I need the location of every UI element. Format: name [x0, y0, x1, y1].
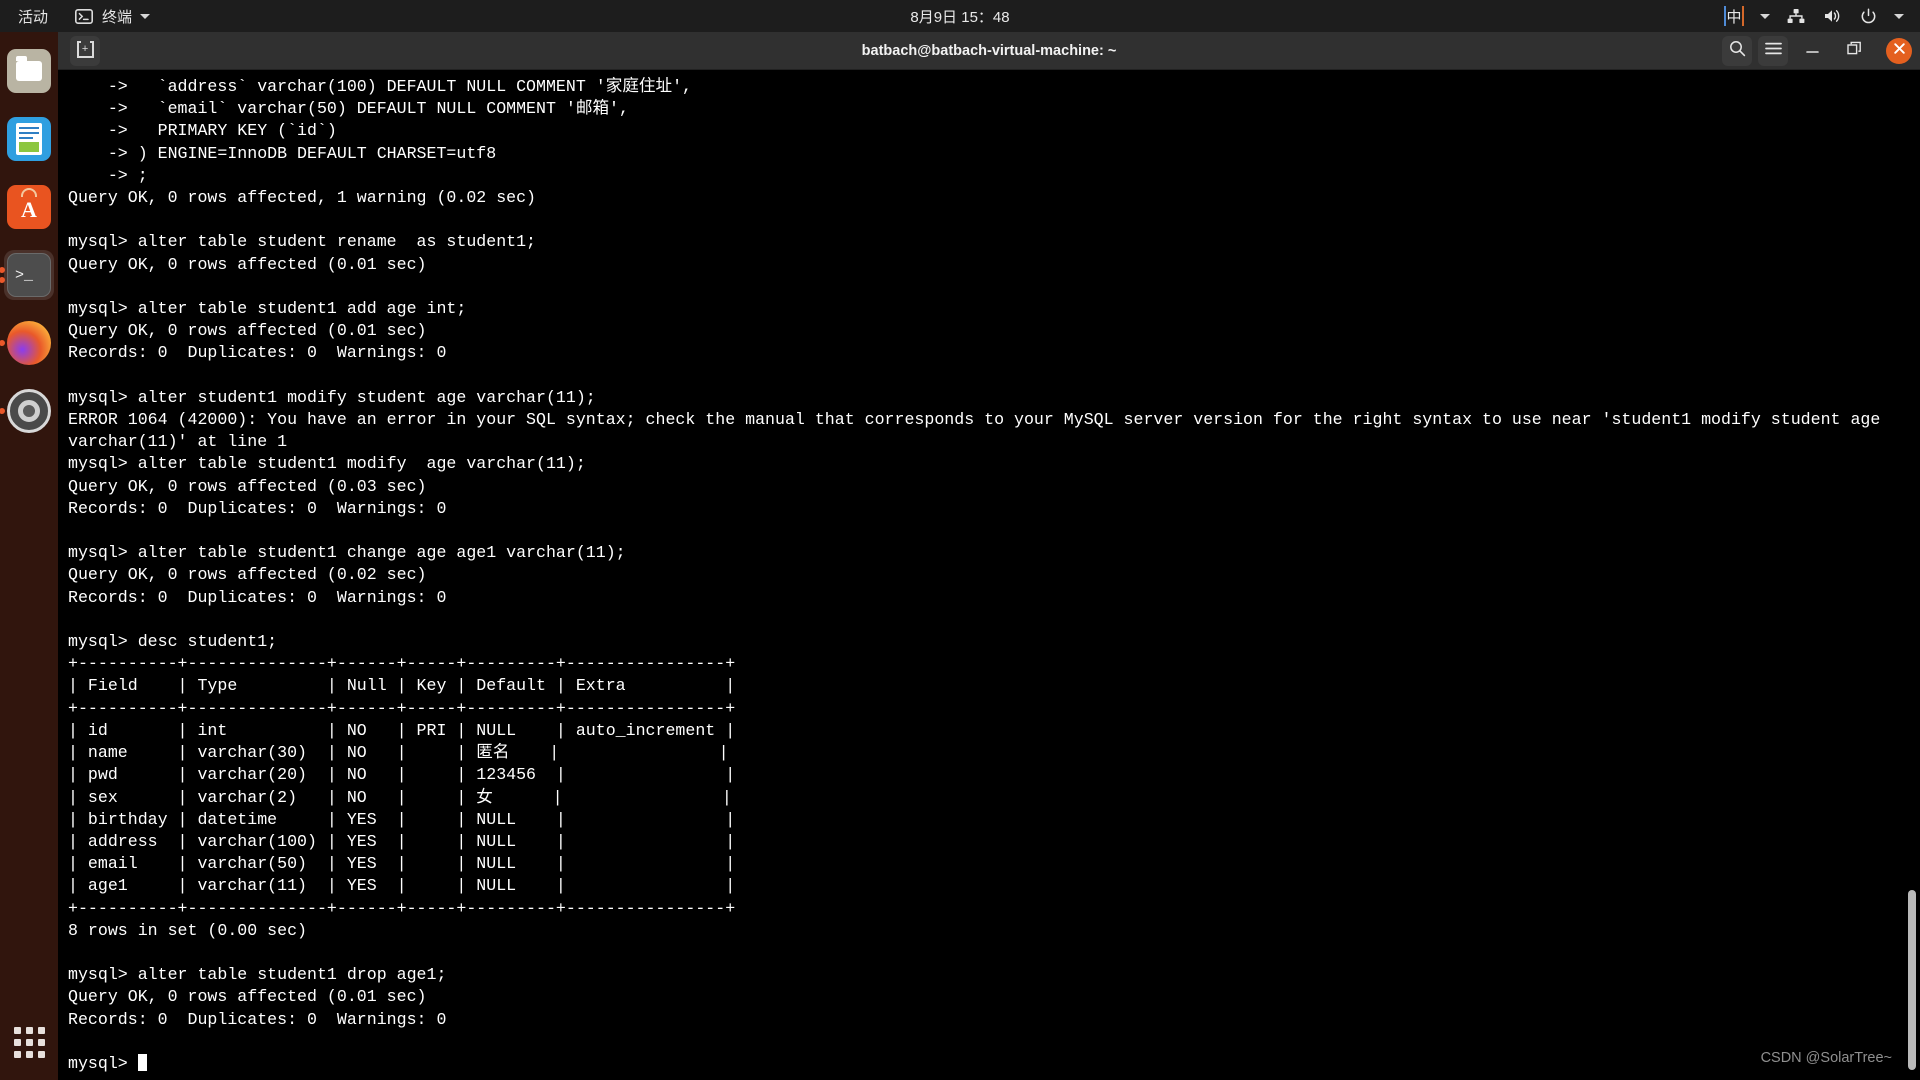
terminal-line: Query OK, 0 rows affected (0.01 sec): [68, 321, 427, 341]
terminal-line: 8 rows in set (0.00 sec): [68, 920, 307, 940]
terminal-line: mysql> alter table student rename as stu…: [68, 232, 537, 252]
terminal-line: mysql> desc student1;: [68, 632, 278, 652]
window-controls: [1722, 35, 1912, 66]
terminal-line: | Field | Type | Null | Key | Default | …: [68, 676, 736, 696]
terminal-line: Records: 0 Duplicates: 0 Warnings: 0: [68, 498, 447, 518]
network-icon[interactable]: [1786, 6, 1806, 26]
desktop: 活动 终端 8月9日 15：48 中 A >_ + batbach@batbac…: [0, 0, 1920, 1080]
watermark: CSDN @SolarTree~: [1760, 1050, 1892, 1066]
firefox-icon: [7, 321, 51, 365]
terminal-line: mysql>: [68, 1053, 1920, 1075]
terminal-titlebar: + batbach@batbach-virtual-machine: ~: [58, 32, 1920, 70]
terminal-line: | birthday | datetime | YES | | NULL | |: [68, 809, 736, 829]
maximize-icon: [1846, 41, 1862, 60]
app-grid-icon: [13, 1027, 45, 1058]
clock-area: 8月9日 15：48: [0, 6, 1920, 27]
terminal-line: Query OK, 0 rows affected (0.01 sec): [68, 254, 427, 274]
terminal-line: | pwd | varchar(20) | NO | | 123456 | |: [68, 765, 736, 785]
clock-button[interactable]: 8月9日 15：48: [910, 9, 1009, 26]
dock-item-files[interactable]: [4, 46, 54, 96]
terminal-line: mysql> alter table student1 modify age v…: [68, 454, 586, 474]
terminal-line: | address | varchar(100) | YES | | NULL …: [68, 831, 736, 851]
ubuntu-software-icon: A: [7, 185, 51, 229]
search-button[interactable]: [1722, 35, 1752, 66]
terminal-line: | email | varchar(50) | YES | | NULL | |: [68, 854, 736, 874]
terminal-line: ERROR 1064 (42000): You have an error in…: [68, 410, 1881, 430]
terminal-line: Query OK, 0 rows affected, 1 warning (0.…: [68, 188, 537, 208]
app-menu-button[interactable]: 终端: [74, 6, 151, 27]
libreoffice-writer-icon: [7, 117, 51, 161]
power-icon[interactable]: [1858, 6, 1878, 26]
terminal-line: | name | varchar(30) | NO | | 匿名 | |: [68, 743, 729, 763]
terminal-app-icon: >_: [7, 253, 51, 297]
new-tab-icon: +: [76, 41, 94, 58]
app-menu-label: 终端: [102, 8, 133, 26]
terminal-line: -> ;: [68, 165, 148, 185]
show-applications-button[interactable]: [0, 1027, 58, 1058]
terminal-line: Query OK, 0 rows affected (0.01 sec): [68, 987, 427, 1007]
terminal-line: Records: 0 Duplicates: 0 Warnings: 0: [68, 1009, 447, 1029]
terminal-line: -> `address` varchar(100) DEFAULT NULL C…: [68, 77, 693, 96]
system-menu-chevron-down-icon[interactable]: [1894, 13, 1904, 19]
system-status-area: 中: [1724, 6, 1920, 26]
files-icon: [7, 49, 51, 93]
settings-gear-icon: [7, 389, 51, 433]
dock-item-firefox[interactable]: [4, 318, 54, 368]
ime-chevron-down-icon[interactable]: [1760, 13, 1770, 19]
terminal-line: Records: 0 Duplicates: 0 Warnings: 0: [68, 343, 447, 363]
chevron-down-icon: [140, 13, 151, 19]
terminal-line: mysql> alter table student1 change age a…: [68, 543, 626, 563]
maximize-button[interactable]: [1841, 38, 1867, 64]
terminal-line: mysql> alter student1 modify student age…: [68, 387, 596, 407]
activities-button[interactable]: 活动: [18, 6, 48, 27]
terminal-line: | age1 | varchar(11) | YES | | NULL | |: [68, 876, 736, 896]
terminal-line: +----------+--------------+------+-----+…: [68, 898, 736, 918]
dock-item-settings[interactable]: [4, 386, 54, 436]
terminal-text: -> `address` varchar(100) DEFAULT NULL C…: [68, 76, 1920, 1075]
terminal-line: mysql> alter table student1 drop age1;: [68, 965, 447, 985]
terminal-cursor: [137, 1053, 147, 1071]
terminal-line: varchar(11)' at line 1: [68, 432, 288, 452]
terminal-line: mysql> alter table student1 add age int;: [68, 299, 467, 319]
ubuntu-dock: A >_: [0, 32, 58, 1080]
dock-item-libreoffice-writer[interactable]: [4, 114, 54, 164]
terminal-icon: [74, 6, 94, 26]
menu-button[interactable]: [1758, 35, 1788, 66]
terminal-line: +----------+--------------+------+-----+…: [68, 654, 736, 674]
top-panel-left: 活动 终端: [0, 6, 151, 27]
terminal-line: Query OK, 0 rows affected (0.02 sec): [68, 565, 427, 585]
terminal-line: -> ) ENGINE=InnoDB DEFAULT CHARSET=utf8: [68, 143, 497, 163]
window-title: batbach@batbach-virtual-machine: ~: [861, 42, 1117, 59]
terminal-line: -> `email` varchar(50) DEFAULT NULL COMM…: [68, 99, 629, 119]
minimize-button[interactable]: [1799, 38, 1825, 64]
terminal-line: | sex | varchar(2) | NO | | 女 | |: [68, 787, 732, 807]
dock-item-terminal[interactable]: >_: [4, 250, 54, 300]
terminal-line: Records: 0 Duplicates: 0 Warnings: 0: [68, 587, 447, 607]
minimize-icon: [1805, 42, 1820, 60]
terminal-window: + batbach@batbach-virtual-machine: ~ -> …: [58, 32, 1920, 1080]
terminal-line: Query OK, 0 rows affected (0.03 sec): [68, 476, 427, 496]
terminal-output-area[interactable]: -> `address` varchar(100) DEFAULT NULL C…: [58, 70, 1920, 1080]
terminal-scrollbar[interactable]: [1908, 890, 1916, 1070]
terminal-line: -> PRIMARY KEY (`id`): [68, 121, 337, 141]
hamburger-menu-icon: [1764, 42, 1782, 60]
close-button[interactable]: [1886, 37, 1912, 64]
dock-item-ubuntu-software[interactable]: A: [4, 182, 54, 232]
search-icon: [1729, 40, 1746, 62]
terminal-line: +----------+--------------+------+-----+…: [68, 698, 736, 718]
close-icon: [1893, 42, 1906, 59]
input-method-indicator[interactable]: 中: [1724, 6, 1744, 26]
gnome-top-panel: 活动 终端 8月9日 15：48 中: [0, 0, 1920, 32]
terminal-line: | id | int | NO | PRI | NULL | auto_incr…: [68, 720, 736, 740]
new-tab-button[interactable]: +: [70, 35, 100, 66]
volume-icon[interactable]: [1822, 6, 1842, 26]
